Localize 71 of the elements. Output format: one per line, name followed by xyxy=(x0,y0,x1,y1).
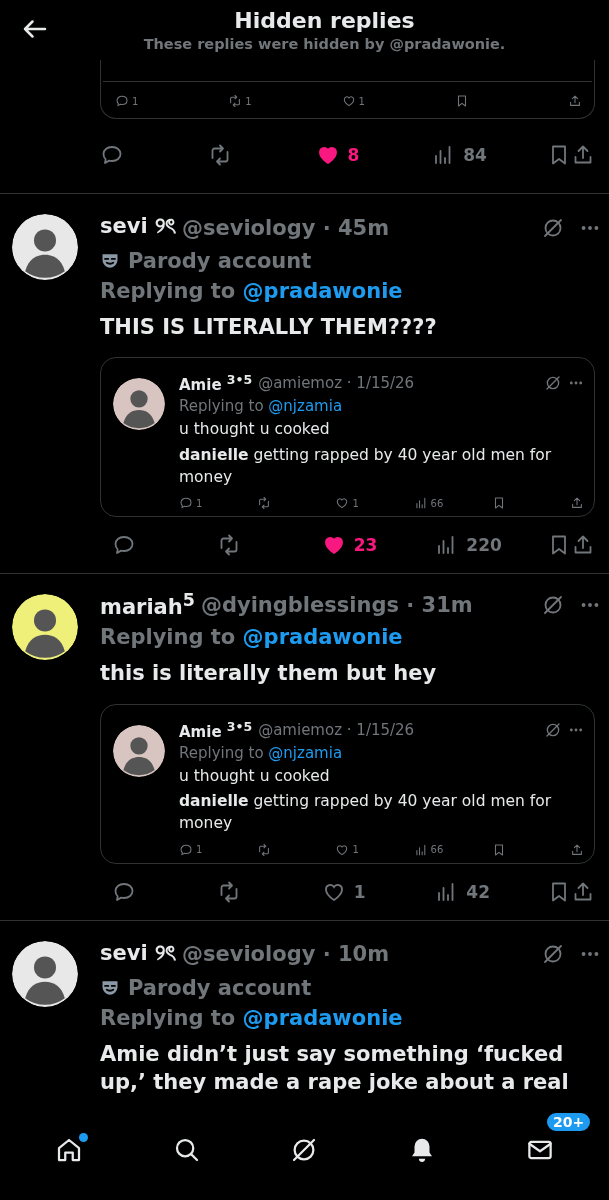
mention-link[interactable]: @njzamia xyxy=(268,743,343,762)
repost-icon[interactable] xyxy=(228,94,243,108)
quoted-post[interactable]: Amie $^{3•5}$ @amiemoz · 1/15/26 Replying to @njzamia u thought u cooked danielle getting rapped by 40 year old men for money 1 1 66 xyxy=(100,357,595,518)
avatar[interactable] xyxy=(113,378,165,431)
like-count: 8 xyxy=(347,145,360,165)
handle-time: @seviology · 10m xyxy=(181,942,391,967)
reply-icon[interactable] xyxy=(179,842,193,857)
post-text: danielle getting rapped by 40 year old men for money xyxy=(179,445,553,488)
view-count: 220 xyxy=(466,535,502,556)
views-icon[interactable] xyxy=(413,842,428,857)
reply-icon[interactable] xyxy=(115,94,129,108)
like-count: 23 xyxy=(353,535,378,556)
author-name[interactable]: mariah$^{5}$ xyxy=(100,590,195,620)
avatar[interactable] xyxy=(12,940,78,1007)
post-text: this is literally them but hey xyxy=(100,660,438,688)
avatar[interactable] xyxy=(12,594,78,661)
reply-count: 1 xyxy=(132,95,139,107)
replying-to: Replying to @pradawonie xyxy=(100,279,404,303)
reply-count: 1 xyxy=(196,497,203,509)
share-icon[interactable] xyxy=(568,94,582,108)
like-count: 1 xyxy=(358,95,365,107)
heart-icon[interactable] xyxy=(335,496,350,511)
like-count: 1 xyxy=(352,497,359,509)
avatar[interactable] xyxy=(12,214,78,280)
handle-time: @amiemoz · 1/15/26 xyxy=(258,374,416,393)
view-count: 84 xyxy=(463,145,487,165)
post-text: danielle getting rapped by 40 year old men for money xyxy=(179,791,553,835)
author-name[interactable]: Amie $^{3•5}$ xyxy=(179,372,253,395)
quoted-post[interactable]: 1 1 1 xyxy=(100,60,595,119)
post-text: u thought u cooked xyxy=(179,765,331,787)
heart-icon[interactable] xyxy=(341,94,356,108)
unread-badge: 20+ xyxy=(545,1111,593,1133)
parody-label: Parody account xyxy=(128,249,312,273)
view-count: 42 xyxy=(466,881,491,902)
repost-count: 1 xyxy=(245,95,252,107)
view-count: 66 xyxy=(430,497,444,509)
reply-icon[interactable] xyxy=(100,143,124,167)
author-name[interactable]: Amie $^{3•5}$ xyxy=(179,718,253,741)
mention-link[interactable]: @pradawonie xyxy=(242,1005,403,1030)
handle-time: @seviology · 45m xyxy=(181,215,391,240)
avatar[interactable] xyxy=(113,724,165,777)
repost-icon[interactable] xyxy=(257,842,272,857)
repost-icon[interactable] xyxy=(257,496,272,511)
post-text: u thought u cooked xyxy=(179,419,331,441)
replying-to: Replying to @njzamia xyxy=(179,397,344,416)
page-title: Hidden replies xyxy=(234,8,415,33)
views-icon[interactable] xyxy=(413,496,428,511)
like-count: 1 xyxy=(352,844,359,856)
post-text: Amie didn’t just say something ‘fucked up,’ they made a rape joke about a real xyxy=(100,1040,570,1097)
reply-count: 1 xyxy=(196,844,203,856)
share-icon[interactable] xyxy=(570,842,584,857)
mention-link[interactable]: @pradawonie xyxy=(242,279,403,303)
mention-link[interactable]: @pradawonie xyxy=(242,625,403,650)
handle-time: @amiemoz · 1/15/26 xyxy=(258,720,416,739)
share-icon[interactable] xyxy=(570,496,584,511)
heart-icon[interactable] xyxy=(335,842,350,857)
handle-time: @dyingblessings · 31m xyxy=(200,592,474,617)
replying-to: Replying to @pradawonie xyxy=(100,1005,404,1030)
mention-link[interactable]: @njzamia xyxy=(268,397,343,416)
post-text: THIS IS LITERALLY THEM???? xyxy=(100,314,438,341)
reply-icon[interactable] xyxy=(179,496,193,511)
author-name[interactable]: sevi ୨ৎ xyxy=(100,936,176,972)
page-subtitle: These replies were hidden by @pradawonie. xyxy=(143,36,506,52)
view-count: 66 xyxy=(430,844,444,856)
like-count: 1 xyxy=(353,881,366,902)
replying-to: Replying to @pradawonie xyxy=(100,625,404,650)
mask-icon xyxy=(100,251,120,271)
parody-label: Parody account xyxy=(128,975,312,1000)
replying-to: Replying to @njzamia xyxy=(179,743,344,762)
quoted-post[interactable]: Amie $^{3•5}$ @amiemoz · 1/15/26 Replying to @njzamia u thought u cooked danielle getting rapped by 40 year old men for money 1 1 66 xyxy=(100,703,595,864)
author-name[interactable]: sevi ୨ৎ xyxy=(100,210,176,245)
